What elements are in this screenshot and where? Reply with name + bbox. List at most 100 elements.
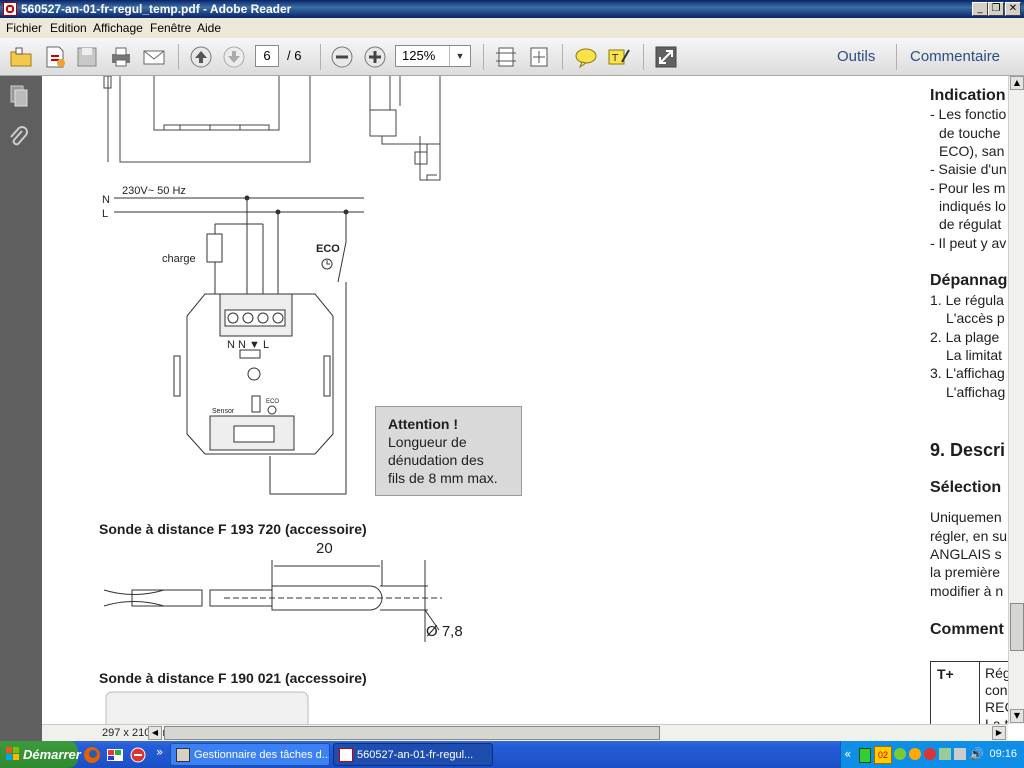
sticky-note-button[interactable] bbox=[573, 44, 599, 70]
device-icon[interactable] bbox=[954, 748, 966, 760]
volume-icon[interactable]: 🔊 bbox=[969, 747, 984, 761]
depannage-line: L'accès p bbox=[946, 310, 1005, 326]
terminal-labels: N N ▼ L bbox=[227, 339, 269, 351]
arrow-down-icon bbox=[223, 46, 245, 68]
terminal-screws bbox=[224, 309, 286, 327]
paperclip-icon bbox=[10, 126, 28, 146]
task-manager-task[interactable]: Gestionnaire des tâches d... bbox=[170, 743, 330, 766]
sonde1-length: 20 bbox=[316, 540, 333, 557]
cable-body bbox=[131, 589, 203, 607]
menu-fenetre[interactable]: Fenêtre bbox=[150, 21, 191, 35]
zoom-select[interactable]: 125% ▼ bbox=[395, 45, 471, 67]
indication-line: indiqués lo bbox=[939, 198, 1006, 214]
page-number-input[interactable]: 6 bbox=[255, 45, 279, 67]
tray-chevron-icon[interactable]: « bbox=[844, 747, 851, 761]
firefox-icon[interactable] bbox=[83, 746, 101, 764]
start-label: Démarrer bbox=[23, 747, 81, 762]
expand-arrows-icon bbox=[655, 46, 677, 68]
update-icon[interactable] bbox=[909, 748, 921, 760]
toolbar-separator bbox=[643, 44, 644, 70]
status-icon[interactable] bbox=[894, 748, 906, 760]
create-pdf-button[interactable] bbox=[42, 44, 68, 70]
comment-panel-link[interactable]: Commentaire bbox=[910, 48, 1000, 65]
sonde1-diameter: Ø 7,8 bbox=[426, 623, 463, 640]
svg-text:T: T bbox=[611, 53, 619, 64]
save-button[interactable] bbox=[74, 44, 100, 70]
previous-page-button[interactable] bbox=[188, 44, 214, 70]
horizontal-scrollbar[interactable]: 297 x 210 mm ◀ ▶ bbox=[42, 724, 1008, 741]
vertical-scrollbar[interactable]: ▲ ▼ bbox=[1008, 76, 1024, 724]
menu-edition[interactable]: Edition bbox=[50, 21, 87, 35]
highlight-button[interactable]: T bbox=[606, 44, 632, 70]
table-divider bbox=[979, 662, 980, 724]
sonde1-title: Sonde à distance F 193 720 (accessoire) bbox=[99, 521, 367, 537]
arrow-up-icon bbox=[190, 46, 212, 68]
attachments-button[interactable] bbox=[8, 126, 30, 150]
close-button[interactable]: ✕ bbox=[1005, 2, 1021, 16]
scroll-up-arrow-icon[interactable]: ▲ bbox=[1010, 76, 1024, 90]
network-icon[interactable] bbox=[859, 748, 871, 763]
scroll-down-arrow-icon[interactable]: ▼ bbox=[1010, 709, 1024, 723]
led-indicator bbox=[247, 367, 261, 381]
windows-logo-icon bbox=[6, 747, 19, 760]
supply-label: 230V~ 50 Hz bbox=[122, 185, 186, 197]
sonde2-device bbox=[105, 691, 309, 724]
zoom-in-button[interactable] bbox=[362, 44, 388, 70]
zoom-out-button[interactable] bbox=[329, 44, 355, 70]
side-clip bbox=[323, 355, 331, 397]
page-total: / 6 bbox=[287, 48, 302, 63]
scroll-left-arrow-icon[interactable]: ◀ bbox=[148, 726, 162, 740]
neutral-label: N bbox=[102, 194, 110, 206]
fit-window-button[interactable] bbox=[526, 44, 552, 70]
fit-page-button[interactable] bbox=[493, 44, 519, 70]
menu-fichier[interactable]: Fichier bbox=[6, 21, 42, 35]
title-bar: 560527-an-01-fr-regul_temp.pdf - Adobe R… bbox=[0, 0, 1024, 18]
scroll-thumb[interactable] bbox=[164, 726, 660, 740]
toolbar-separator bbox=[896, 44, 897, 70]
side-clip bbox=[173, 355, 181, 397]
table-cell-line: REC bbox=[985, 699, 1008, 715]
heading-indication: Indication bbox=[930, 87, 1006, 104]
envelope-icon bbox=[143, 50, 165, 65]
antivirus-icon[interactable] bbox=[924, 748, 936, 760]
minus-circle-icon bbox=[331, 46, 353, 68]
next-page-button[interactable] bbox=[221, 44, 247, 70]
restore-button[interactable]: ❐ bbox=[988, 2, 1004, 16]
sensor-label: Sensor bbox=[212, 408, 235, 415]
email-button[interactable] bbox=[141, 44, 167, 70]
open-file-button[interactable] bbox=[8, 44, 34, 70]
commands-table: T+ Rég con REC La t bbox=[930, 661, 1008, 724]
attention-line: dénudation des bbox=[388, 452, 484, 468]
menu-aide[interactable]: Aide bbox=[197, 21, 221, 35]
chevron-down-icon[interactable]: ▼ bbox=[449, 46, 470, 66]
minimize-button[interactable]: _ bbox=[972, 2, 988, 16]
expand-button[interactable] bbox=[653, 44, 679, 70]
task-label: 560527-an-01-fr-regul... bbox=[357, 749, 474, 761]
scroll-right-arrow-icon[interactable]: ▶ bbox=[992, 726, 1006, 740]
navigation-pane bbox=[0, 76, 42, 742]
eco-small-label: ECO bbox=[266, 399, 279, 405]
pages-thumbnail-button[interactable] bbox=[8, 84, 30, 108]
scroll-thumb[interactable] bbox=[1010, 603, 1024, 651]
thermostat-side-outline bbox=[369, 76, 441, 181]
document-view[interactable]: 230V~ 50 Hz N L charge ECO N N ▼ L Senso… bbox=[42, 76, 1008, 724]
menu-affichage[interactable]: Affichage bbox=[93, 21, 143, 35]
app-launcher-icon[interactable] bbox=[129, 746, 147, 764]
taskbar: Démarrer » Gestionnaire des tâches d... … bbox=[0, 741, 1024, 768]
start-button[interactable]: Démarrer bbox=[0, 741, 81, 768]
pages-icon bbox=[10, 85, 28, 107]
eco-label: ECO bbox=[316, 243, 340, 255]
toolbar: 6 / 6 125% ▼ T Outils Commentaire bbox=[0, 38, 1024, 76]
depannage-line: 1. Le régula bbox=[930, 292, 1004, 308]
sensor-resistor bbox=[251, 395, 261, 413]
tools-panel-link[interactable]: Outils bbox=[837, 48, 875, 65]
paint-icon[interactable] bbox=[106, 746, 124, 764]
print-button[interactable] bbox=[108, 44, 134, 70]
sonde2-title: Sonde à distance F 190 021 (accessoire) bbox=[99, 670, 367, 686]
adobe-reader-task[interactable]: 560527-an-01-fr-regul... bbox=[333, 743, 493, 766]
calendar-icon[interactable]: 02 bbox=[874, 746, 892, 764]
shield-icon[interactable] bbox=[939, 748, 951, 760]
quick-launch-more[interactable]: » bbox=[156, 745, 163, 759]
selection-line: ANGLAIS s bbox=[930, 546, 1002, 562]
indication-line: - Il peut y av bbox=[930, 235, 1007, 251]
